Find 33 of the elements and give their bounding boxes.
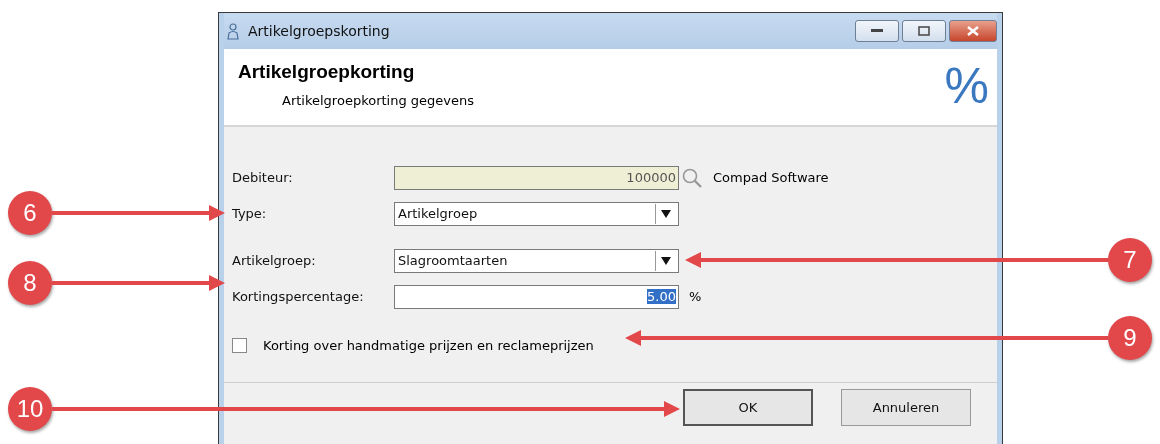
close-icon [967, 26, 979, 36]
minimize-icon [871, 29, 883, 33]
dropdown[interactable]: Artikelgroep [394, 201, 679, 226]
field-label: Artikelgroep: [232, 253, 317, 268]
input-field[interactable]: 5.00 [394, 284, 679, 309]
field-label: Debiteur: [232, 170, 294, 185]
person-icon [226, 22, 240, 40]
field-label: Kortingspercentage: [232, 289, 365, 304]
ok-button[interactable]: OK [683, 389, 813, 426]
close-button[interactable] [949, 20, 997, 42]
percent-symbol: % [944, 61, 989, 116]
maximize-icon [918, 26, 930, 36]
customer-field[interactable]: 100000 [394, 165, 679, 190]
header-title: Artikelgroepkorting [238, 61, 416, 83]
callout-badge: 9 [1108, 316, 1152, 360]
customer-name: Compad Software [713, 170, 829, 185]
cancel-button[interactable]: Annuleren [841, 389, 971, 426]
header-subtitle: Artikelgroepkorting gegevens [282, 93, 475, 108]
minimize-button[interactable] [855, 20, 899, 42]
checkbox[interactable] [232, 338, 247, 353]
window-title: Artikelgroepskorting [248, 23, 391, 39]
checkbox-label: Korting over handmatige prijzen en reclameprijzen [263, 338, 594, 353]
callout-badge: 8 [8, 261, 52, 305]
field-label: Type: [232, 206, 268, 221]
callout-badge: 10 [8, 387, 52, 431]
caret-icon [661, 256, 671, 265]
dropdown[interactable]: Slagroomtaarten [394, 248, 679, 273]
caret-icon [661, 209, 671, 218]
unit-label: % [689, 289, 702, 304]
callout-badge: 6 [8, 191, 52, 235]
search-icon[interactable] [681, 166, 703, 189]
callout-badge: 7 [1108, 238, 1152, 282]
maximize-button[interactable] [902, 20, 946, 42]
